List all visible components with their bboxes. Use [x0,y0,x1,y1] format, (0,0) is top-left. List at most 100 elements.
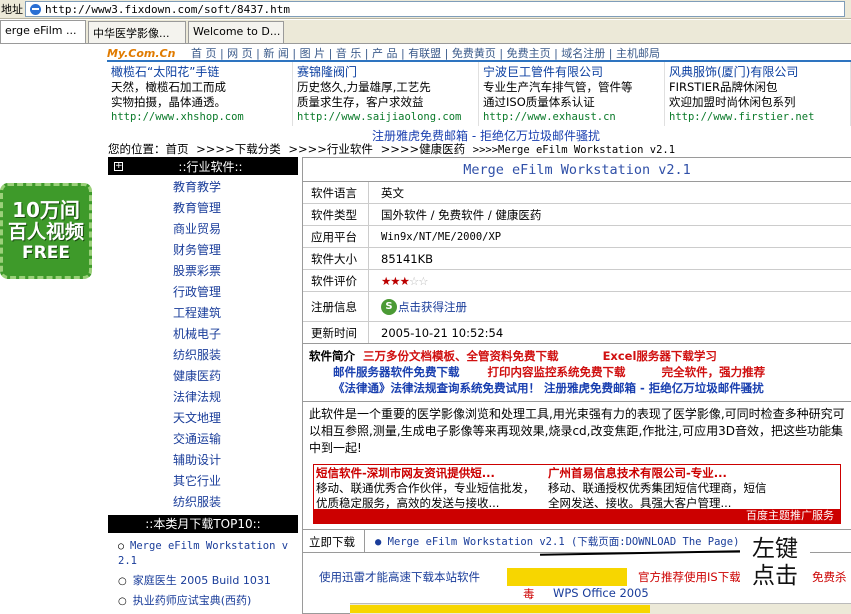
ad-title[interactable]: 风典服饰(厦门)有限公司 [669,65,846,80]
nav-item[interactable]: 产 品 [372,47,398,60]
row-value: 2005-10-21 10:52:54 [381,325,504,340]
ad-url[interactable]: http://www.saijiaolong.com [297,110,474,125]
row-key: 注册信息 [303,292,369,321]
address-url: http://www3.fixdown.com/soft/8437.htm [45,2,291,16]
promo-link[interactable]: 三万多份文档模板、全管资料免费下载 [363,349,559,363]
nav-item[interactable]: 网 页 [227,47,253,60]
antivirus-tip[interactable]: 免费杀 [812,569,847,585]
sidebar-item[interactable]: 辅助设计 [108,450,298,471]
row-value: 85141KB [381,251,434,266]
ad-block[interactable]: 赛锦隆阀门 历史悠久,力量雄厚,工艺先 质量求生存，客户求效益 http://w… [293,62,479,126]
ad-url[interactable]: http://www.exhaust.cn [483,110,660,125]
nav-item[interactable]: 免费黄页 [452,47,496,60]
row-value: 英文 [381,185,404,200]
ad-title[interactable]: 橄榄石“太阳花”手链 [111,65,288,80]
top10-item[interactable]: Merge eFilm Workstation v 2.1 [118,539,298,569]
address-label: 地址 [1,3,23,16]
tab-merge-efilm[interactable]: erge eFilm ... [0,20,86,43]
nav-item[interactable]: 免费主页 [507,47,551,60]
ad-block[interactable]: 风典服饰(厦门)有限公司 FIRSTIER品牌休闲包 欢迎加盟时尚休闲包系列 h… [665,62,851,126]
left-click-annotation: 左键 点击 [740,536,810,592]
promo-link[interactable]: 《法律通》法律法规查询系统免费试用！ 注册雅虎免费邮箱 - 拒绝亿万垃圾邮件骚扰 [333,381,764,395]
row-key: 软件大小 [303,248,369,269]
left-video-ad[interactable]: 10万间 百人视频 FREE [0,183,92,279]
promo-link[interactable]: Excel服务器下载学习 [603,349,717,363]
nav-item[interactable]: 域名注册 [561,47,605,60]
left-ad-line: 百人视频 [7,221,84,243]
nav-item[interactable]: 主机邮局 [616,47,660,60]
breadcrumb-home[interactable]: 您的位置：首页 [108,142,189,156]
baidu-promo-footer[interactable]: 百度主题推广服务 [314,509,840,523]
register-icon: S [381,298,397,315]
sidebar-item[interactable]: 其它行业 [108,471,298,492]
nav-item[interactable]: 图 片 [300,47,326,60]
sidebar-item[interactable]: 教育教学 [108,177,298,198]
ad-title[interactable]: 赛锦隆阀门 [297,65,474,80]
ad-url[interactable]: http://www.firstier.net [669,110,846,125]
ad-text: 质量求生存，客户求效益 [297,95,424,109]
breadcrumb-medical[interactable]: >>>>健康医药 [381,142,466,156]
nav-item[interactable]: 音 乐 [336,47,362,60]
ad-text: 天然，橄榄石加工而成 [111,80,226,94]
sidebar-item[interactable]: 纺织服装 [108,492,298,513]
sidebar-item[interactable]: 纺织服装 [108,345,298,366]
sidebar-item[interactable]: 商业贸易 [108,219,298,240]
sponsored-ad[interactable]: 广州首易信息技术有限公司-专业... 移动、联通授权优秀集团短信代理商，短信 全… [548,466,780,511]
ad-url[interactable]: http://www.xhshop.com [111,110,288,125]
ad-text: 实物拍摄，晶体通透。 [111,95,226,109]
nav-item[interactable]: 首 页 [191,47,217,60]
breadcrumb-current: >>>>Merge eFilm Workstation v2.1 [472,144,676,156]
promo-link[interactable]: 打印内容监控系统免费下载 [488,365,626,379]
ie-page-icon [30,3,41,15]
top10-item[interactable]: 执业药师应试宝典(西药) [118,593,298,609]
breadcrumb-downloads[interactable]: >>>>下载分类 [196,142,281,156]
top-navigation: My.Com.Cn 首 页 | 网 页 | 新 闻 | 图 片 | 音 乐 | … [107,45,851,60]
sidebar-item[interactable]: 行政管理 [108,282,298,303]
wps-link[interactable]: WPS Office 2005 [553,586,649,600]
address-input[interactable]: http://www3.fixdown.com/soft/8437.htm [25,1,845,17]
official-tip[interactable]: 官方推荐使用IS下载 [638,569,741,585]
register-text[interactable]: 点击获得注册 [398,299,467,315]
breadcrumb: 您的位置：首页 >>>>下载分类 >>>>行业软件 >>>>健康医药 >>>>M… [108,141,851,156]
breadcrumb-industry[interactable]: >>>>行业软件 [288,142,373,156]
tab-medical-imaging[interactable]: 中华医学影像... [88,21,186,43]
download-link[interactable]: ● Merge eFilm Workstation v2.1 (下载页面:DOW… [365,534,739,549]
sidebar-item[interactable]: 法律法规 [108,387,298,408]
sidebar-list: 教育教学 教育管理 商业贸易 财务管理 股票彩票 行政管理 工程建筑 机械电子 … [108,175,298,513]
sponsored-ads: 短信软件-深圳市网友资讯提供短... 移动、联通优秀合作伙伴，专业短信批发， 优… [313,464,841,524]
top-ads: 橄榄石“太阳花”手链 天然，橄榄石加工而成 实物拍摄，晶体通透。 http://… [107,60,851,126]
scrollbar-thumb[interactable] [350,605,650,613]
row-key: 软件语言 [303,182,369,203]
sidebar-item[interactable]: 财务管理 [108,240,298,261]
promo-link[interactable]: 完全软件，强力推荐 [662,365,766,379]
yellow-banner[interactable] [507,568,627,586]
top10-list: Merge eFilm Workstation v 2.1 家庭医生 2005 … [108,533,298,609]
thunder-tip[interactable]: 使用迅雷才能高速下载本站软件 [319,569,480,585]
ad-block[interactable]: 宁波巨工管件有限公司 专业生产汽车排气管，管件等 通过ISO质量体系认证 htt… [479,62,665,126]
sponsored-ad-title[interactable]: 短信软件-深圳市网友资讯提供短... [316,466,548,481]
top10-item[interactable]: 家庭医生 2005 Build 1031 [118,573,298,589]
sidebar-item[interactable]: 工程建筑 [108,303,298,324]
site-logo[interactable]: My.Com.Cn [107,47,175,60]
nav-item[interactable]: 有联盟 [408,47,441,60]
antivirus-tip-cont[interactable]: 毒 [523,586,535,602]
detail-row-register: 注册信息 S 点击获得注册 [303,292,851,322]
sidebar-item[interactable]: 健康医药 [108,366,298,387]
promo-link[interactable]: 邮件服务器软件免费下载 [333,365,460,379]
expand-icon[interactable]: + [114,161,123,171]
horizontal-scrollbar[interactable] [350,603,851,614]
sponsored-ad-title[interactable]: 广州首易信息技术有限公司-专业... [548,466,780,481]
ad-block[interactable]: 橄榄石“太阳花”手链 天然，橄榄石加工而成 实物拍摄，晶体通透。 http://… [107,62,293,126]
sponsored-ad-text: 移动、联通优秀合作伙伴，专业短信批发， [316,481,535,495]
sidebar-item[interactable]: 天文地理 [108,408,298,429]
sidebar-item[interactable]: 教育管理 [108,198,298,219]
nav-item[interactable]: 新 闻 [263,47,289,60]
ad-title[interactable]: 宁波巨工管件有限公司 [483,65,660,80]
tab-welcome[interactable]: Welcome to D... [188,21,284,43]
sponsored-ad[interactable]: 短信软件-深圳市网友资讯提供短... 移动、联通优秀合作伙伴，专业短信批发， 优… [316,466,548,511]
sidebar-item[interactable]: 股票彩票 [108,261,298,282]
sidebar-item[interactable]: 交通运输 [108,429,298,450]
promo-links: 软件简介 三万多份文档模板、全管资料免费下载 Excel服务器下载学习 邮件服务… [303,344,851,402]
register-link[interactable]: S 点击获得注册 [369,298,467,315]
sidebar-item[interactable]: 机械电子 [108,324,298,345]
